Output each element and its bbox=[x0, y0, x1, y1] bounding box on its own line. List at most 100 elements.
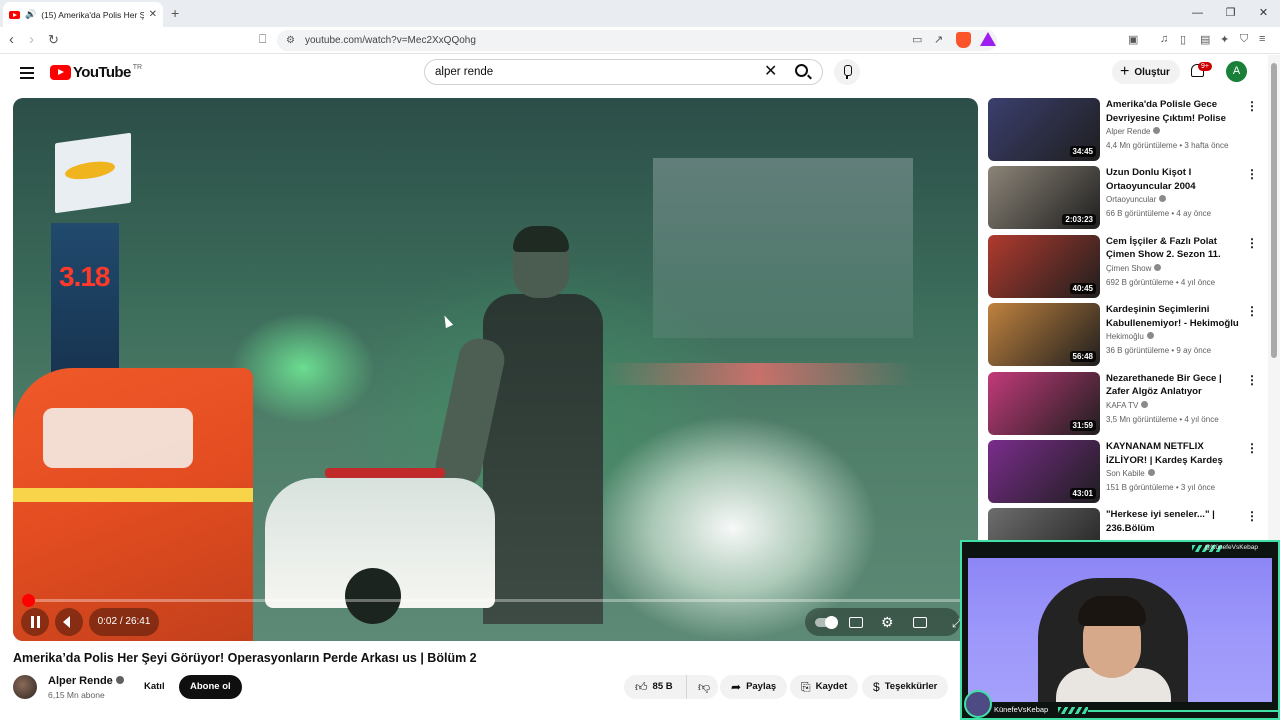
more-options-icon[interactable]: ⋮ bbox=[1246, 510, 1258, 522]
more-options-icon[interactable]: ⋮ bbox=[1246, 374, 1258, 386]
vpn-icon[interactable]: ⛉ bbox=[1240, 33, 1248, 46]
recommendation-item[interactable]: 40:45 Cem İşçiler & Fazlı Polat Çimen Sho… bbox=[988, 234, 1260, 299]
more-options-icon[interactable]: ⋮ bbox=[1246, 168, 1258, 180]
recommendation-thumbnail[interactable]: 2:03:23 bbox=[988, 166, 1100, 230]
minimize-button[interactable]: — bbox=[1181, 0, 1214, 27]
create-button[interactable]: + Oluştur bbox=[1112, 60, 1180, 84]
cast-icon[interactable]: ▭ bbox=[912, 33, 922, 46]
recommendation-channel[interactable]: Çimen Show bbox=[1106, 263, 1162, 273]
recommendation-item[interactable]: 43:01 KAYNANAM NETFLIX İZLİYOR! | Kardeş … bbox=[988, 440, 1260, 504]
search-input[interactable]: alper rende bbox=[435, 60, 493, 85]
sidebar-icon[interactable]: ▯ bbox=[1180, 33, 1186, 46]
volume-icon[interactable] bbox=[55, 608, 83, 636]
search-icon[interactable] bbox=[795, 64, 808, 77]
share-button[interactable]: ➦ Paylaş bbox=[720, 675, 788, 699]
theater-mode-icon[interactable] bbox=[913, 617, 927, 628]
account-avatar[interactable]: A bbox=[1226, 61, 1247, 82]
extensions-icon[interactable]: ▣ bbox=[1128, 33, 1138, 46]
like-button[interactable]: 👍︎ 85 B bbox=[624, 675, 686, 699]
logo-text: YouTube bbox=[73, 64, 131, 81]
browser-tab[interactable]: 🔊 (15) Amerika'da Polis Her Şey... ✕ bbox=[3, 2, 163, 27]
more-options-icon[interactable]: ⋮ bbox=[1246, 305, 1258, 317]
close-tab-icon[interactable]: ✕ bbox=[149, 9, 157, 20]
recommendation-item[interactable]: 56:48 Kardeşinin Seçimlerini Kabullenemiy… bbox=[988, 303, 1260, 367]
recommendation-title[interactable]: Kardeşinin Seçimlerini Kabullenemiyor! -… bbox=[1106, 303, 1244, 331]
subscribe-button[interactable]: Abone ol bbox=[179, 675, 242, 699]
search-box[interactable]: alper rende ✕ bbox=[424, 59, 823, 85]
reload-icon[interactable]: ↻ bbox=[48, 32, 59, 48]
site-info-icon[interactable]: ⚙ bbox=[286, 30, 295, 51]
voice-search-icon[interactable] bbox=[834, 59, 860, 85]
verified-icon bbox=[115, 676, 124, 684]
youtube-logo[interactable]: YouTube TR bbox=[50, 64, 142, 81]
bookmark-save-icon: ⎘ bbox=[801, 680, 811, 694]
recommendation-meta: 36 B görüntüleme • 9 ay önce bbox=[1106, 346, 1212, 356]
recommendation-thumbnail[interactable]: 31:59 bbox=[988, 371, 1100, 435]
bookmark-icon[interactable]: ⎕ bbox=[259, 32, 266, 47]
recommendation-channel[interactable]: KAFA TV bbox=[1106, 400, 1149, 410]
duration-badge: 31:59 bbox=[1069, 419, 1096, 431]
recommendation-item[interactable]: 2:03:23 Uzun Donlu Kişot I Ortaoyuncular … bbox=[988, 166, 1260, 230]
restore-button[interactable]: ❐ bbox=[1214, 0, 1247, 27]
share-page-icon[interactable]: ↗ bbox=[934, 33, 943, 46]
recommendation-channel[interactable]: Alper Rende bbox=[1106, 127, 1161, 136]
pause-button[interactable] bbox=[21, 608, 49, 636]
settings-gear-icon[interactable]: ⚙ bbox=[881, 615, 895, 629]
recommendation-title[interactable]: Uzun Donlu Kişot I Ortaoyuncular 2004 bbox=[1106, 166, 1244, 193]
recommendation-title[interactable]: Cem İşçiler & Fazlı Polat Çimen Show 2. … bbox=[1106, 235, 1244, 263]
channel-name[interactable]: Alper Rende bbox=[48, 675, 124, 687]
more-options-icon[interactable]: ⋮ bbox=[1246, 442, 1258, 454]
leo-icon[interactable]: ✦ bbox=[1220, 33, 1229, 46]
video-scene-price-board: 3.18 bbox=[51, 223, 119, 373]
save-button[interactable]: ⎘ Kaydet bbox=[790, 675, 859, 699]
recommendation-thumbnail[interactable]: 40:45 bbox=[988, 234, 1100, 298]
thumbs-down-icon: 👎︎ bbox=[698, 680, 711, 694]
recommendation-title[interactable]: Amerika'da Polisle Gece Devriyesine Çıkt… bbox=[1106, 98, 1244, 126]
recommendation-title[interactable]: Nezarethanede Bir Gece | Zafer Algöz Anl… bbox=[1106, 372, 1244, 399]
forward-icon[interactable]: › bbox=[29, 31, 34, 48]
more-options-icon[interactable]: ⋮ bbox=[1246, 100, 1258, 112]
close-window-button[interactable]: ✕ bbox=[1247, 0, 1280, 27]
scrollbar-thumb[interactable] bbox=[1271, 63, 1277, 358]
notification-badge: 9+ bbox=[1198, 62, 1212, 71]
mouse-cursor-icon bbox=[440, 313, 454, 329]
autoplay-toggle[interactable] bbox=[815, 616, 838, 629]
media-icon[interactable]: ♫ bbox=[1160, 33, 1168, 45]
webcam-overlay: @KünefeVsKebap KünefeVsKebap bbox=[960, 540, 1280, 720]
time-display: 0:02 / 26:41 bbox=[89, 608, 159, 636]
progress-bar[interactable] bbox=[22, 594, 968, 607]
recommendation-title[interactable]: "Herkese iyi seneler..." | 236.Bölüm bbox=[1106, 508, 1244, 535]
clear-search-icon[interactable]: ✕ bbox=[764, 62, 777, 82]
verified-icon bbox=[1154, 263, 1162, 271]
new-tab-button[interactable]: + bbox=[171, 5, 179, 21]
share-label: Paylaş bbox=[746, 681, 777, 692]
recommendation-title[interactable]: KAYNANAM NETFLIX İZLİYOR! | Kardeş Karde… bbox=[1106, 440, 1244, 467]
join-button[interactable]: Katıl bbox=[133, 675, 176, 699]
progress-scrubber[interactable] bbox=[22, 594, 35, 607]
tab-title: (15) Amerika'da Polis Her Şey... bbox=[41, 9, 144, 20]
wallet-icon[interactable]: ▤ bbox=[1200, 33, 1210, 46]
recommendation-thumbnail[interactable]: 43:01 bbox=[988, 440, 1100, 503]
recommendation-channel[interactable]: Ortaoyuncular bbox=[1106, 195, 1167, 204]
brave-shields-icon[interactable] bbox=[956, 32, 971, 48]
recommendation-thumbnail[interactable]: 56:48 bbox=[988, 303, 1100, 367]
dislike-button[interactable]: 👎︎ bbox=[686, 675, 718, 699]
more-options-icon[interactable]: ⋮ bbox=[1246, 237, 1258, 249]
back-icon[interactable]: ‹ bbox=[9, 31, 14, 48]
recommendation-channel[interactable]: Hekimoğlu bbox=[1106, 332, 1154, 341]
brave-rewards-icon[interactable] bbox=[980, 32, 996, 46]
hamburger-menu-icon[interactable] bbox=[20, 67, 34, 82]
menu-icon[interactable]: ≡ bbox=[1259, 33, 1265, 45]
verified-icon bbox=[1159, 195, 1167, 203]
channel-avatar[interactable] bbox=[13, 675, 37, 699]
url-field[interactable]: ⚙ youtube.com/watch?v=Mec2XxQQohg bbox=[277, 30, 997, 51]
recommendation-item[interactable]: 31:59 Nezarethanede Bir Gece | Zafer Algö… bbox=[988, 371, 1260, 436]
speaker-icon[interactable]: 🔊 bbox=[25, 9, 36, 20]
thanks-button[interactable]: $ Teşekkürler bbox=[862, 675, 949, 699]
recommendation-channel[interactable]: Son Kabile bbox=[1106, 469, 1155, 478]
recommendation-thumbnail[interactable]: 34:45 bbox=[988, 98, 1100, 161]
recommendation-item[interactable]: 34:45 Amerika'da Polisle Gece Devriyesine… bbox=[988, 98, 1260, 162]
video-player[interactable]: 3.18 0:02 / 26:41 ⚙ ⤢ bbox=[13, 98, 978, 641]
duration-badge: 34:45 bbox=[1069, 146, 1096, 157]
subtitles-icon[interactable] bbox=[849, 617, 863, 628]
